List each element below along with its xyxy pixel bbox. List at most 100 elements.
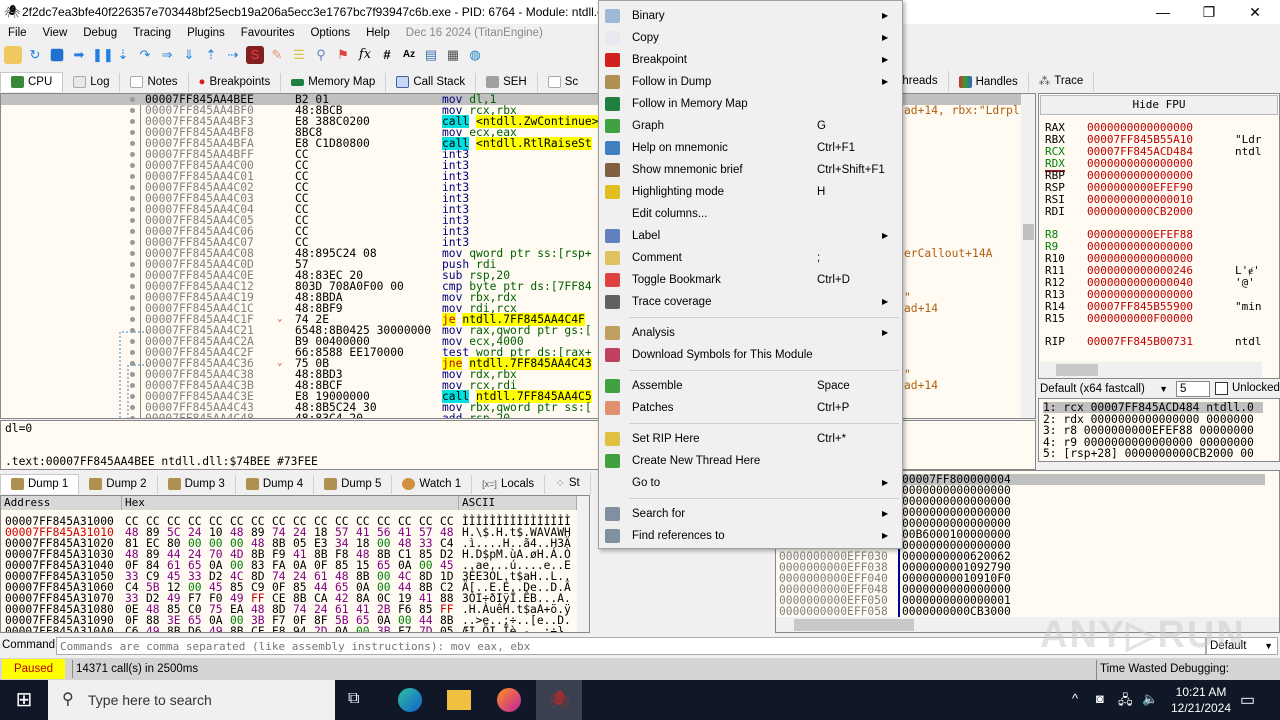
- breakpoint-dot[interactable]: [130, 207, 135, 212]
- breakpoint-dot[interactable]: [130, 339, 135, 344]
- disasm-scrollbar[interactable]: [1021, 94, 1035, 418]
- hide-fpu-button[interactable]: Hide FPU: [1040, 95, 1278, 115]
- tab-watch-1[interactable]: Watch 1: [392, 475, 473, 494]
- tab-cpu[interactable]: CPU: [0, 72, 64, 92]
- argument-row[interactable]: 5: [rsp+28] 0000000000CB2000 00: [1043, 448, 1254, 459]
- menu-item-toggle-bookmark[interactable]: Toggle Bookmark Ctrl+D: [599, 269, 902, 291]
- breakpoint-dot[interactable]: [130, 240, 135, 245]
- hex-dump-view[interactable]: Address Hex ASCII 00007FF845A31000 CC CC CC…: [0, 495, 590, 633]
- menu-item-edit-columns[interactable]: Edit columns...: [599, 203, 902, 225]
- call-convention-select[interactable]: Default (x64 fastcall) ▼: [1040, 381, 1172, 397]
- breakpoint-dot[interactable]: [130, 284, 135, 289]
- breakpoint-dot[interactable]: [130, 328, 135, 333]
- register-r8[interactable]: R8 0000000000EFEF88: [1045, 228, 1265, 241]
- register-value[interactable]: 0000000000CB2000: [1087, 205, 1193, 218]
- menu-plugins[interactable]: Plugins: [187, 27, 225, 39]
- menu-item-copy[interactable]: Copy ▶: [599, 27, 902, 49]
- breakpoint-dot[interactable]: [130, 394, 135, 399]
- breakpoint-dot[interactable]: [130, 383, 135, 388]
- notifications-icon[interactable]: ▭: [1240, 690, 1255, 710]
- close-button[interactable]: ✕: [1232, 0, 1278, 24]
- register-rax[interactable]: RAX 0000000000000000: [1045, 121, 1265, 134]
- register-r9[interactable]: R9 0000000000000000: [1045, 240, 1265, 253]
- menu-help[interactable]: Help: [366, 27, 390, 39]
- breakpoint-dot[interactable]: [130, 317, 135, 322]
- breakpoint-dot[interactable]: [130, 174, 135, 179]
- menu-item-create-new-thread-here[interactable]: Create New Thread Here: [599, 450, 902, 472]
- menu-item-search-for[interactable]: Search for ▶: [599, 503, 902, 525]
- tab-log[interactable]: Log: [63, 73, 121, 92]
- tab-notes[interactable]: Notes: [120, 73, 189, 92]
- execute-till-return-icon[interactable]: ⇡: [202, 46, 220, 64]
- edge-icon[interactable]: [398, 688, 422, 712]
- breakpoint-dot[interactable]: [130, 119, 135, 124]
- menu-item-set-rip-here[interactable]: Set RIP Here Ctrl+*: [599, 428, 902, 450]
- arg-count-spinner[interactable]: 5: [1176, 381, 1210, 397]
- run-to-user-code-icon[interactable]: ⇢: [224, 46, 242, 64]
- start-button[interactable]: ⊞: [0, 680, 48, 720]
- register-rdi[interactable]: RDI 0000000000CB2000: [1045, 205, 1265, 218]
- volume-icon[interactable]: 🔈: [1142, 691, 1158, 707]
- register-r10[interactable]: R10 0000000000000000: [1045, 252, 1265, 265]
- command-input[interactable]: [56, 637, 1206, 655]
- register-value[interactable]: 00007FF845B00731: [1087, 335, 1193, 348]
- menu-item-label[interactable]: Label ▶: [599, 225, 902, 247]
- breakpoint-dot[interactable]: [130, 416, 135, 418]
- register-rsi[interactable]: RSI 0000000000000010: [1045, 193, 1265, 206]
- menu-item-graph[interactable]: Graph G: [599, 115, 902, 137]
- menu-item-go-to[interactable]: Go to ▶: [599, 472, 902, 494]
- breakpoint-dot[interactable]: [130, 372, 135, 377]
- menu-debug[interactable]: Debug: [83, 27, 117, 39]
- menu-item-binary[interactable]: Binary ▶: [599, 5, 902, 27]
- taskbar-search[interactable]: ⚲ Type here to search: [48, 680, 335, 720]
- breakpoint-dot[interactable]: [130, 273, 135, 278]
- register-rcx[interactable]: RCX 00007FF845ACD484 ntdl: [1045, 145, 1265, 158]
- open-icon[interactable]: [4, 46, 22, 64]
- menu-item-trace-coverage[interactable]: Trace coverage ▶: [599, 291, 902, 313]
- breakpoint-dot[interactable]: [130, 152, 135, 157]
- menu-item-comment[interactable]: Comment;: [599, 247, 902, 269]
- breakpoint-dot[interactable]: [130, 262, 135, 267]
- breakpoint-dot[interactable]: [130, 295, 135, 300]
- menu-view[interactable]: View: [43, 27, 68, 39]
- menu-options[interactable]: Options: [310, 27, 350, 39]
- tab-call-stack[interactable]: Call Stack: [386, 73, 477, 92]
- breakpoint-dot[interactable]: [130, 350, 135, 355]
- tab-trace[interactable]: ⁂ Trace: [1029, 71, 1095, 92]
- dump-scrollbar[interactable]: [577, 496, 589, 632]
- register-rbx[interactable]: RBX 00007FF845B55A10 "Ldr: [1045, 133, 1265, 146]
- register-rdx[interactable]: RDX 0000000000000000: [1045, 157, 1265, 172]
- font-icon[interactable]: Az: [400, 46, 418, 64]
- tab-memory-map[interactable]: Memory Map: [281, 73, 387, 92]
- scrollbar-thumb[interactable]: [1023, 224, 1034, 240]
- menu-item-show-mnemonic-brief[interactable]: Show mnemonic brief Ctrl+Shift+F1: [599, 159, 902, 181]
- register-r15[interactable]: R15 0000000000F00000: [1045, 312, 1265, 325]
- menu-item-follow-in-dump[interactable]: Follow in Dump ▶: [599, 71, 902, 93]
- system-info-icon[interactable]: ▤: [422, 46, 440, 64]
- comments-icon[interactable]: ☰: [290, 46, 308, 64]
- hash-icon[interactable]: #: [378, 46, 396, 64]
- register-r11[interactable]: R11 0000000000000246 L'ɇ': [1045, 264, 1265, 277]
- scylla-icon[interactable]: S: [246, 46, 264, 64]
- tab-dump-2[interactable]: Dump 2: [79, 475, 158, 494]
- breakpoint-dot[interactable]: [130, 229, 135, 234]
- trace-over-icon[interactable]: ⇓: [180, 46, 198, 64]
- register-rip[interactable]: RIP 00007FF845B00731 ntdl: [1045, 335, 1265, 348]
- pause-icon[interactable]: ❚❚: [92, 46, 114, 64]
- menu-item-follow-in-memory-map[interactable]: Follow in Memory Map: [599, 93, 902, 115]
- breakpoint-dot[interactable]: [130, 196, 135, 201]
- x64dbg-taskbar-icon[interactable]: 🕷: [536, 680, 582, 720]
- task-view-icon[interactable]: ⧉: [348, 690, 359, 708]
- dump-row[interactable]: 00007FF845A310A0 C6 49 8B D6 49 8B CF E8 94 2D 0A 00…: [1, 626, 589, 632]
- tab-seh[interactable]: SEH: [476, 73, 538, 92]
- registers-hscrollbar[interactable]: [1040, 362, 1262, 378]
- breakpoint-dot[interactable]: [130, 163, 135, 168]
- menu-item-highlighting-mode[interactable]: Highlighting mode H: [599, 181, 902, 203]
- tab-locals[interactable]: [x=] Locals: [472, 475, 546, 494]
- file-explorer-icon[interactable]: [447, 690, 471, 710]
- breakpoint-dot[interactable]: [130, 185, 135, 190]
- menu-item-download-symbols-for-this-module[interactable]: Download Symbols for This Module: [599, 344, 902, 366]
- register-r12[interactable]: R12 0000000000000040 '@': [1045, 276, 1265, 289]
- unlocked-checkbox[interactable]: [1215, 382, 1228, 395]
- tab-breakpoints[interactable]: ● Breakpoints: [189, 73, 282, 92]
